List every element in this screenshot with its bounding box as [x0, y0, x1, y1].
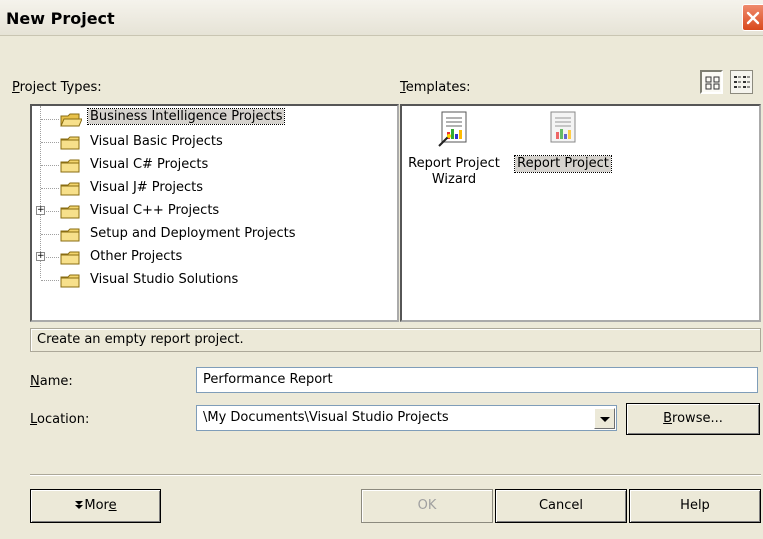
- templates-list[interactable]: Report Project Wizard Report Project: [400, 104, 761, 322]
- report-wizard-icon: [438, 111, 467, 147]
- tree-connector-line: [46, 211, 59, 212]
- tree-item-other-projects[interactable]: + Other Projects: [32, 246, 392, 268]
- tree-connector-line: [41, 119, 59, 120]
- tree-item-label: Visual C++ Projects: [90, 203, 220, 218]
- tree-connector-line: [41, 280, 59, 281]
- tree-connector-line: [41, 188, 59, 189]
- project-types-tree[interactable]: Business Intelligence Projects Visual Ba…: [30, 104, 399, 322]
- large-icons-view-button[interactable]: [700, 70, 723, 94]
- double-chevron-down-icon: [75, 501, 84, 509]
- tree-connector-line: [46, 257, 59, 258]
- tree-item-label: Business Intelligence Projects: [86, 108, 286, 125]
- name-field[interactable]: Performance Report: [196, 367, 758, 393]
- tree-item-business-intelligence[interactable]: Business Intelligence Projects: [32, 108, 392, 130]
- tree-item-label: Visual Basic Projects: [90, 134, 223, 149]
- title-bar: New Project: [0, 0, 763, 36]
- tree-item-visual-jsharp[interactable]: Visual J# Projects: [32, 177, 392, 199]
- folder-icon: [60, 251, 80, 265]
- tree-connector-line: [41, 142, 59, 143]
- expand-plus-icon[interactable]: +: [36, 206, 45, 215]
- tree-item-visual-cpp[interactable]: + Visual C++ Projects: [32, 200, 392, 222]
- tree-item-label: Visual C# Projects: [90, 157, 209, 172]
- location-combobox[interactable]: \My Documents\Visual Studio Projects: [196, 405, 617, 431]
- tree-item-label: Visual Studio Solutions: [90, 272, 239, 287]
- divider: [30, 474, 761, 476]
- tree-item-setup-deployment[interactable]: Setup and Deployment Projects: [32, 223, 392, 245]
- folder-icon: [60, 159, 80, 173]
- folder-icon: [60, 228, 80, 242]
- help-button[interactable]: Help: [629, 489, 761, 523]
- small-icons-view-icon: [734, 76, 750, 88]
- template-report-project-wizard[interactable]: Report Project Wizard: [402, 110, 506, 188]
- close-icon: [746, 11, 760, 25]
- browse-button[interactable]: Browse...: [626, 403, 760, 435]
- template-report-project[interactable]: Report Project: [508, 110, 618, 173]
- tree-connector-line: [41, 165, 59, 166]
- close-button[interactable]: [742, 4, 763, 31]
- expand-plus-icon[interactable]: +: [36, 252, 45, 261]
- tree-item-vs-solutions[interactable]: Visual Studio Solutions: [32, 269, 392, 291]
- small-icons-view-button[interactable]: [730, 70, 753, 94]
- template-label: Report Project: [514, 155, 612, 173]
- cancel-button[interactable]: Cancel: [495, 489, 627, 523]
- template-label: Report Project Wizard: [408, 156, 500, 187]
- template-description: Create an empty report project.: [30, 328, 761, 352]
- templates-label: Templates:: [400, 80, 471, 95]
- tree-item-visual-basic[interactable]: Visual Basic Projects: [32, 131, 392, 153]
- large-icons-view-icon: [705, 76, 720, 90]
- folder-icon: [60, 136, 80, 150]
- open-folder-icon: [60, 113, 82, 127]
- project-types-label: Project Types:: [12, 80, 102, 95]
- name-label: Name:: [30, 374, 73, 389]
- location-label: Location:: [30, 412, 90, 427]
- tree-item-label: Other Projects: [90, 249, 183, 264]
- tree-item-label: Setup and Deployment Projects: [90, 226, 296, 241]
- more-button[interactable]: More: [30, 489, 161, 523]
- tree-item-label: Visual J# Projects: [90, 180, 204, 195]
- tree-connector-line: [41, 234, 59, 235]
- window-title: New Project: [6, 9, 115, 28]
- location-dropdown-button[interactable]: [594, 408, 615, 429]
- folder-icon: [60, 205, 80, 219]
- folder-icon: [60, 182, 80, 196]
- ok-button[interactable]: OK: [361, 489, 493, 523]
- tree-item-visual-csharp[interactable]: Visual C# Projects: [32, 154, 392, 176]
- chevron-down-icon: [600, 417, 610, 422]
- report-project-icon: [550, 111, 576, 143]
- folder-icon: [60, 274, 80, 288]
